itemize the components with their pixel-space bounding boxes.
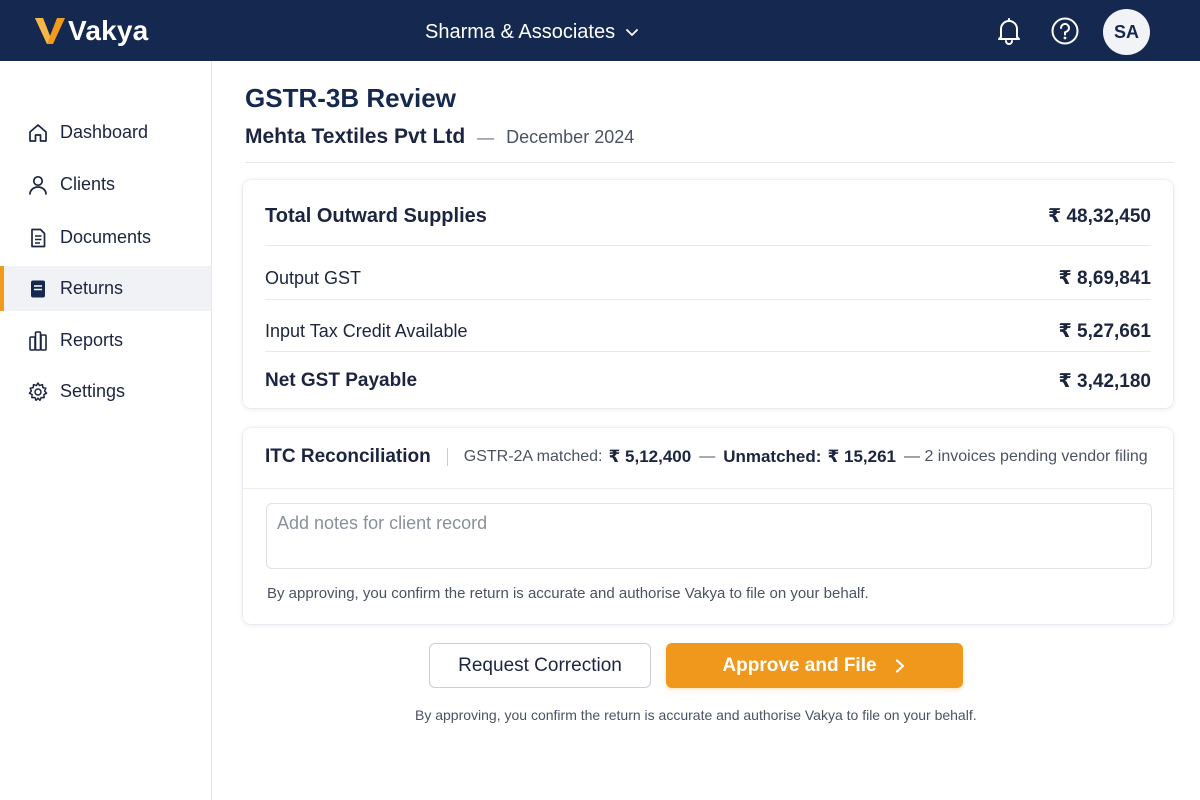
consent-text: By approving, you confirm the return is …: [267, 585, 869, 602]
sidebar-item-settings[interactable]: Settings: [0, 369, 211, 414]
header-divider: [446, 448, 448, 466]
itc-reconciliation-card: ITC Reconciliation GSTR-2A matched: ₹ 5,…: [243, 428, 1173, 624]
row-divider: [265, 299, 1151, 300]
sidebar-item-returns[interactable]: Returns: [0, 266, 211, 311]
sidebar-item-label: Documents: [60, 227, 152, 247]
client-name: Mehta Textiles Pvt Ltd: [245, 125, 466, 148]
sidebar-item-label: Returns: [60, 278, 124, 298]
app-logo[interactable]: Vakya: [34, 15, 148, 47]
sidebar-item-label: Dashboard: [60, 122, 149, 142]
sidebar: Dashboard Clients Documents Returns Repo…: [0, 61, 212, 800]
summary-row-input-tax-credit: Input Tax Credit Available ₹ 5,27,661: [265, 317, 1151, 345]
summary-row-total-outward-supplies: Total Outward Supplies ₹ 48,32,450: [265, 201, 1151, 231]
sidebar-item-dashboard[interactable]: Dashboard: [0, 110, 211, 155]
approval-disclaimer: By approving, you confirm the return is …: [415, 707, 977, 723]
client-notes-input[interactable]: [266, 503, 1152, 569]
avatar[interactable]: SA: [1103, 9, 1150, 55]
card-divider: [243, 488, 1173, 489]
app-name: Vakya: [68, 15, 149, 46]
top-bar: Vakya Sharma & Associates SA: [0, 0, 1200, 61]
bell-icon: [998, 18, 1020, 45]
matched-value: ₹ 5,12,400: [608, 447, 692, 466]
help-icon: [1051, 17, 1079, 45]
row-divider: [265, 245, 1151, 246]
organization-name: Sharma & Associates: [425, 20, 616, 43]
summary-label: Output GST: [265, 267, 362, 288]
unmatched-label: Unmatched:: [723, 447, 822, 466]
title-divider: [245, 162, 1173, 163]
gear-icon: [28, 381, 48, 401]
pending-note: — 2 invoices pending vendor filing: [904, 448, 1148, 465]
subtitle-separator: —: [477, 128, 495, 147]
sidebar-item-label: Settings: [60, 381, 126, 401]
notifications-button[interactable]: [994, 16, 1024, 46]
row-divider: [265, 351, 1151, 352]
approve-and-file-button[interactable]: Approve and File: [666, 643, 963, 688]
sidebar-item-clients[interactable]: Clients: [0, 162, 211, 207]
reports-icon: [29, 330, 47, 351]
itc-header: ITC Reconciliation GSTR-2A matched: ₹ 5,…: [265, 446, 1155, 468]
sidebar-item-label: Reports: [60, 330, 124, 350]
chevron-right-icon: [895, 658, 904, 673]
summary-value: ₹ 5,27,661: [1058, 320, 1151, 342]
return-form-icon: [31, 280, 45, 297]
vakya-logo-icon: [35, 18, 65, 44]
unmatched-value: ₹ 15,261: [827, 447, 896, 466]
gst-summary-card: Total Outward Supplies ₹ 48,32,450 Outpu…: [243, 180, 1173, 408]
summary-value: ₹ 48,32,450: [1047, 205, 1151, 227]
matched-label: GSTR-2A matched:: [463, 448, 603, 465]
organization-switcher[interactable]: Sharma & Associates: [425, 18, 639, 46]
summary-label: Input Tax Credit Available: [265, 320, 468, 341]
itc-title: ITC Reconciliation: [265, 446, 431, 467]
chevron-down-icon: [626, 29, 638, 36]
document-icon: [31, 228, 46, 247]
sidebar-item-label: Clients: [60, 174, 116, 194]
request-correction-button[interactable]: Request Correction: [429, 643, 651, 688]
summary-label: Net GST Payable: [265, 370, 418, 391]
summary-value: ₹ 8,69,841: [1058, 267, 1151, 289]
main-content: GSTR-3B Review Mehta Textiles Pvt Ltd — …: [212, 61, 1200, 800]
page-title: GSTR-3B Review: [245, 83, 456, 113]
summary-label: Total Outward Supplies: [265, 204, 487, 227]
sidebar-item-reports[interactable]: Reports: [0, 318, 211, 363]
page-subtitle: Mehta Textiles Pvt Ltd — December 2024: [245, 125, 634, 149]
summary-value: ₹ 3,42,180: [1058, 370, 1151, 392]
summary-row-output-gst: Output GST ₹ 8,69,841: [265, 264, 1151, 292]
user-icon: [29, 175, 47, 195]
home-icon: [29, 123, 47, 142]
approve-label: Approve and File: [722, 654, 877, 676]
itc-dash: —: [699, 448, 716, 465]
return-period: December 2024: [506, 127, 635, 147]
summary-row-net-gst-payable: Net GST Payable ₹ 3,42,180: [265, 367, 1151, 395]
sidebar-item-documents[interactable]: Documents: [0, 215, 211, 260]
help-button[interactable]: [1050, 16, 1080, 46]
